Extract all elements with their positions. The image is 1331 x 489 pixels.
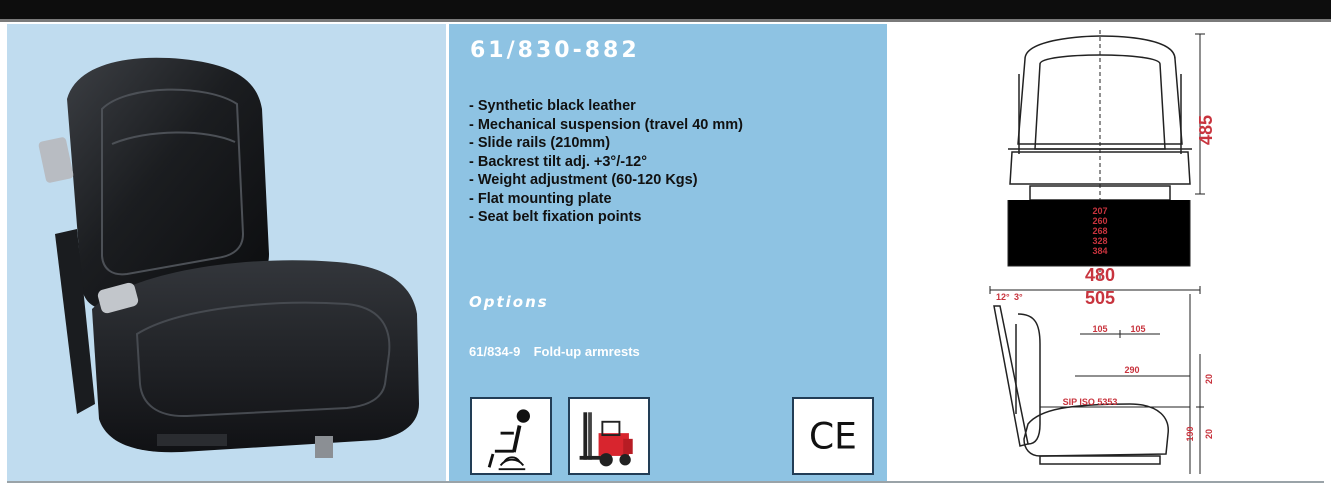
feature-item: - Slide rails (210mm) bbox=[469, 135, 611, 151]
ce-mark-text: CE bbox=[809, 415, 857, 457]
dim-width-5: 384 bbox=[1092, 246, 1107, 256]
seated-operator-icon bbox=[470, 397, 552, 475]
dim-suspension-bottom: 20 bbox=[1204, 429, 1214, 439]
option-label: Fold-up armrests bbox=[533, 344, 640, 359]
top-bar-edge bbox=[0, 19, 1331, 22]
feature-item: - Weight adjustment (60-120 Kgs) bbox=[469, 172, 698, 188]
dim-depth: 290 bbox=[1124, 365, 1139, 375]
dim-width-1: 207 bbox=[1092, 206, 1107, 216]
top-bar bbox=[0, 0, 1331, 19]
ce-mark-icon: CE bbox=[792, 397, 874, 475]
dim-width-4: 328 bbox=[1092, 236, 1107, 246]
feature-item: - Backrest tilt adj. +3°/-12° bbox=[469, 153, 648, 170]
feature-item: - Flat mounting plate bbox=[469, 190, 612, 207]
dim-tilt-forward: 3° bbox=[1014, 292, 1023, 302]
forklift-icon bbox=[568, 397, 650, 475]
option-item: 61/834-9 Fold-up armrests bbox=[469, 344, 640, 359]
dim-travel-right: 105 bbox=[1130, 324, 1145, 334]
dim-base-height: 190 bbox=[1185, 426, 1195, 441]
dim-standard: SIP ISO 5353 bbox=[1063, 397, 1118, 407]
dim-tilt-back: 12° bbox=[996, 292, 1010, 302]
option-code: 61/834-9 bbox=[469, 344, 521, 359]
dim-width-2: 260 bbox=[1092, 216, 1107, 226]
product-code: 61/830-882 bbox=[470, 38, 640, 63]
feature-item: - Seat belt fixation points bbox=[469, 209, 642, 225]
dim-width-3: 268 bbox=[1092, 226, 1107, 236]
feature-list: - Synthetic black leather - Mechanical s… bbox=[469, 97, 743, 227]
dim-overall-width: 480 bbox=[1085, 265, 1115, 285]
dim-height: 485 bbox=[1196, 115, 1216, 145]
feature-item: - Mechanical suspension (travel 40 mm) bbox=[469, 116, 743, 133]
dim-suspension-top: 20 bbox=[1204, 374, 1214, 384]
dim-side-width: 505 bbox=[1085, 288, 1115, 308]
seat-photo bbox=[38, 57, 419, 458]
dim-travel-left: 105 bbox=[1092, 324, 1107, 334]
product-photo-panel bbox=[7, 24, 446, 481]
bottom-rule bbox=[7, 481, 1324, 483]
dimension-drawing: 485 207 260 268 328 384 480 505 12° 3° 1… bbox=[989, 30, 1216, 474]
options-heading: Options bbox=[469, 293, 549, 311]
feature-item: - Synthetic black leather bbox=[469, 98, 636, 114]
technical-drawing-panel: 485 207 260 268 328 384 480 505 12° 3° 1… bbox=[890, 24, 1324, 481]
